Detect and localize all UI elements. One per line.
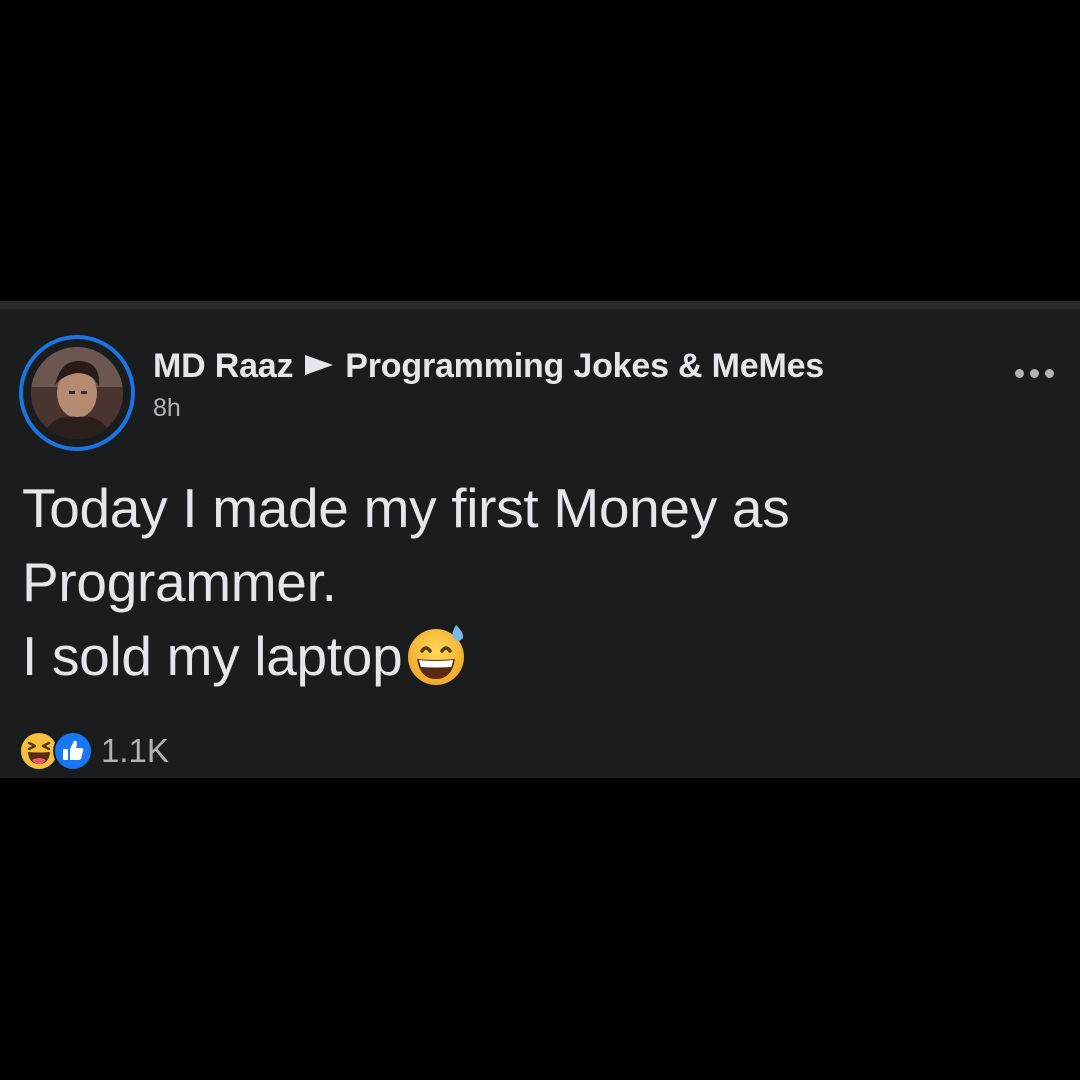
post-text-line: Programmer. — [22, 551, 337, 613]
author-name[interactable]: MD Raaz — [153, 347, 293, 385]
more-dot-icon — [1044, 368, 1054, 378]
post-text-line: I sold my laptop — [22, 619, 1052, 705]
avatar-story-ring[interactable] — [19, 335, 135, 451]
post-timestamp[interactable]: 8h — [153, 394, 181, 423]
grinning-face-with-sweat-icon — [404, 621, 470, 705]
like-reaction-icon — [53, 731, 93, 771]
reactions-bar[interactable]: 1.1K — [19, 730, 169, 772]
avatar-photo — [31, 347, 123, 439]
reaction-count[interactable]: 1.1K — [101, 732, 169, 770]
post-text-line-3: I sold my laptop — [22, 625, 403, 687]
more-dot-icon — [1014, 368, 1024, 378]
more-dot-icon — [1029, 368, 1039, 378]
post-card: MD Raaz Programming Jokes & MeMes 8h Toda… — [0, 301, 1080, 778]
post-text-line: Today I made my first Money as — [22, 477, 790, 539]
shared-to-arrow-icon — [305, 345, 334, 384]
post-header: MD Raaz Programming Jokes & MeMes — [153, 345, 824, 386]
group-name[interactable]: Programming Jokes & MeMes — [345, 347, 824, 385]
post-text: Today I made my first Money as Programme… — [22, 471, 1052, 705]
avatar[interactable] — [31, 347, 123, 439]
more-options-button[interactable] — [1010, 365, 1058, 381]
